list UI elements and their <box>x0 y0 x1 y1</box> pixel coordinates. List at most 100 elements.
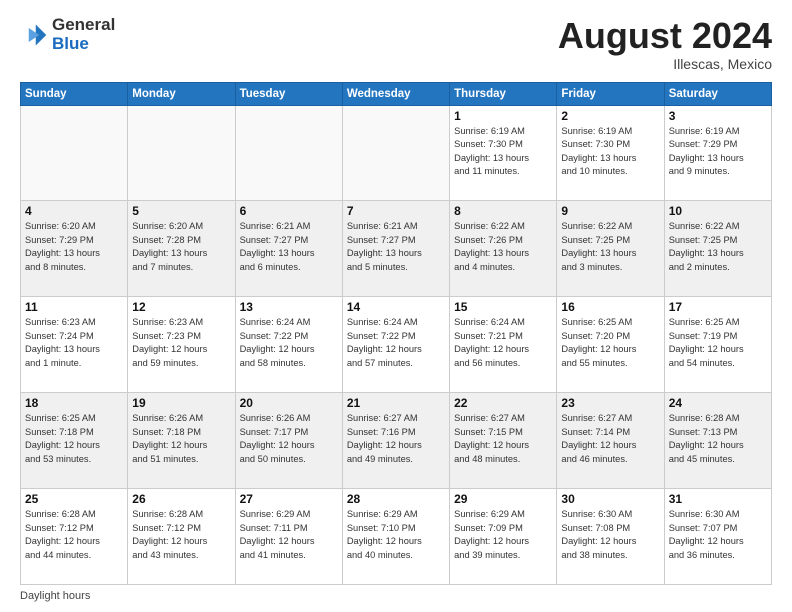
day-number: 6 <box>240 204 338 218</box>
calendar-week-2: 4 Sunrise: 6:20 AMSunset: 7:29 PMDaylight… <box>21 201 772 297</box>
day-info: Sunrise: 6:24 AMSunset: 7:22 PMDaylight:… <box>240 316 338 370</box>
day-header-thursday: Thursday <box>450 82 557 105</box>
calendar-cell: 25Sunrise: 6:28 AMSunset: 7:12 PMDayligh… <box>21 489 128 585</box>
day-number: 13 <box>240 300 338 314</box>
day-header-saturday: Saturday <box>664 82 771 105</box>
day-number: 1 <box>454 109 552 123</box>
calendar-cell: 9 Sunrise: 6:22 AMSunset: 7:25 PMDaylight… <box>557 201 664 297</box>
day-number: 8 <box>454 204 552 218</box>
day-info: Sunrise: 6:28 AMSunset: 7:12 PMDaylight:… <box>25 508 123 562</box>
day-number: 5 <box>132 204 230 218</box>
calendar-cell <box>21 105 128 201</box>
day-header-wednesday: Wednesday <box>342 82 449 105</box>
day-number: 2 <box>561 109 659 123</box>
day-number: 3 <box>669 109 767 123</box>
day-number: 9 <box>561 204 659 218</box>
day-number: 31 <box>669 492 767 506</box>
day-number: 7 <box>347 204 445 218</box>
day-info: Sunrise: 6:22 AMSunset: 7:25 PMDaylight:… <box>669 220 767 274</box>
day-header-monday: Monday <box>128 82 235 105</box>
calendar-week-5: 25Sunrise: 6:28 AMSunset: 7:12 PMDayligh… <box>21 489 772 585</box>
day-info: Sunrise: 6:24 AMSunset: 7:22 PMDaylight:… <box>347 316 445 370</box>
calendar-cell: 4 Sunrise: 6:20 AMSunset: 7:29 PMDaylight… <box>21 201 128 297</box>
daylight-label: Daylight hours <box>20 590 90 602</box>
day-info: Sunrise: 6:21 AMSunset: 7:27 PMDaylight:… <box>347 220 445 274</box>
day-number: 12 <box>132 300 230 314</box>
calendar-cell: 18 Sunrise: 6:25 AMSunset: 7:18 PMDayligh… <box>21 393 128 489</box>
day-number: 11 <box>25 300 123 314</box>
calendar-cell: 26 Sunrise: 6:28 AMSunset: 7:12 PMDayligh… <box>128 489 235 585</box>
calendar-header-row: SundayMondayTuesdayWednesdayThursdayFrid… <box>21 82 772 105</box>
calendar-cell: 14 Sunrise: 6:24 AMSunset: 7:22 PMDayligh… <box>342 297 449 393</box>
day-info: Sunrise: 6:29 AMSunset: 7:11 PMDaylight:… <box>240 508 338 562</box>
day-number: 18 <box>25 396 123 410</box>
day-info: Sunrise: 6:25 AMSunset: 7:18 PMDaylight:… <box>25 412 123 466</box>
calendar-cell: 7 Sunrise: 6:21 AMSunset: 7:27 PMDaylight… <box>342 201 449 297</box>
day-info: Sunrise: 6:27 AMSunset: 7:15 PMDaylight:… <box>454 412 552 466</box>
day-info: Sunrise: 6:28 AMSunset: 7:12 PMDaylight:… <box>132 508 230 562</box>
calendar-cell: 1 Sunrise: 6:19 AMSunset: 7:30 PMDaylight… <box>450 105 557 201</box>
calendar-cell: 16 Sunrise: 6:25 AMSunset: 7:20 PMDayligh… <box>557 297 664 393</box>
day-number: 29 <box>454 492 552 506</box>
calendar-cell: 6 Sunrise: 6:21 AMSunset: 7:27 PMDaylight… <box>235 201 342 297</box>
day-info: Sunrise: 6:28 AMSunset: 7:13 PMDaylight:… <box>669 412 767 466</box>
day-info: Sunrise: 6:30 AMSunset: 7:08 PMDaylight:… <box>561 508 659 562</box>
day-info: Sunrise: 6:20 AMSunset: 7:28 PMDaylight:… <box>132 220 230 274</box>
day-number: 24 <box>669 396 767 410</box>
day-number: 15 <box>454 300 552 314</box>
day-number: 17 <box>669 300 767 314</box>
day-number: 26 <box>132 492 230 506</box>
day-number: 16 <box>561 300 659 314</box>
calendar-cell <box>235 105 342 201</box>
calendar-week-3: 11 Sunrise: 6:23 AMSunset: 7:24 PMDayligh… <box>21 297 772 393</box>
day-info: Sunrise: 6:26 AMSunset: 7:18 PMDaylight:… <box>132 412 230 466</box>
day-number: 27 <box>240 492 338 506</box>
day-number: 21 <box>347 396 445 410</box>
calendar-cell: 2 Sunrise: 6:19 AMSunset: 7:30 PMDaylight… <box>557 105 664 201</box>
calendar-cell <box>342 105 449 201</box>
day-info: Sunrise: 6:27 AMSunset: 7:16 PMDaylight:… <box>347 412 445 466</box>
calendar-week-1: 1 Sunrise: 6:19 AMSunset: 7:30 PMDaylight… <box>21 105 772 201</box>
page: General Blue August 2024 Illescas, Mexic… <box>0 0 792 612</box>
calendar-cell: 20Sunrise: 6:26 AMSunset: 7:17 PMDayligh… <box>235 393 342 489</box>
location-title: Illescas, Mexico <box>558 56 772 72</box>
logo-blue: Blue <box>52 35 115 54</box>
day-info: Sunrise: 6:29 AMSunset: 7:10 PMDaylight:… <box>347 508 445 562</box>
day-info: Sunrise: 6:19 AMSunset: 7:30 PMDaylight:… <box>454 125 552 179</box>
logo: General Blue <box>20 16 115 53</box>
day-info: Sunrise: 6:25 AMSunset: 7:20 PMDaylight:… <box>561 316 659 370</box>
title-block: August 2024 Illescas, Mexico <box>558 16 772 72</box>
calendar-cell: 10Sunrise: 6:22 AMSunset: 7:25 PMDayligh… <box>664 201 771 297</box>
day-info: Sunrise: 6:23 AMSunset: 7:24 PMDaylight:… <box>25 316 123 370</box>
calendar-cell: 15Sunrise: 6:24 AMSunset: 7:21 PMDayligh… <box>450 297 557 393</box>
day-info: Sunrise: 6:22 AMSunset: 7:25 PMDaylight:… <box>561 220 659 274</box>
day-number: 22 <box>454 396 552 410</box>
day-header-sunday: Sunday <box>21 82 128 105</box>
logo-text: General Blue <box>52 16 115 53</box>
day-info: Sunrise: 6:19 AMSunset: 7:30 PMDaylight:… <box>561 125 659 179</box>
header: General Blue August 2024 Illescas, Mexic… <box>20 16 772 72</box>
day-number: 20 <box>240 396 338 410</box>
day-header-tuesday: Tuesday <box>235 82 342 105</box>
calendar-cell: 19Sunrise: 6:26 AMSunset: 7:18 PMDayligh… <box>128 393 235 489</box>
day-header-friday: Friday <box>557 82 664 105</box>
calendar-cell: 8Sunrise: 6:22 AMSunset: 7:26 PMDaylight… <box>450 201 557 297</box>
day-number: 14 <box>347 300 445 314</box>
calendar-cell: 31Sunrise: 6:30 AMSunset: 7:07 PMDayligh… <box>664 489 771 585</box>
day-info: Sunrise: 6:20 AMSunset: 7:29 PMDaylight:… <box>25 220 123 274</box>
logo-icon <box>20 21 48 49</box>
day-info: Sunrise: 6:21 AMSunset: 7:27 PMDaylight:… <box>240 220 338 274</box>
day-info: Sunrise: 6:23 AMSunset: 7:23 PMDaylight:… <box>132 316 230 370</box>
calendar-cell: 23Sunrise: 6:27 AMSunset: 7:14 PMDayligh… <box>557 393 664 489</box>
day-info: Sunrise: 6:27 AMSunset: 7:14 PMDaylight:… <box>561 412 659 466</box>
calendar-cell: 12 Sunrise: 6:23 AMSunset: 7:23 PMDayligh… <box>128 297 235 393</box>
calendar-cell: 28Sunrise: 6:29 AMSunset: 7:10 PMDayligh… <box>342 489 449 585</box>
calendar-cell: 21 Sunrise: 6:27 AMSunset: 7:16 PMDayligh… <box>342 393 449 489</box>
calendar-cell <box>128 105 235 201</box>
day-number: 4 <box>25 204 123 218</box>
calendar-cell: 17Sunrise: 6:25 AMSunset: 7:19 PMDayligh… <box>664 297 771 393</box>
day-info: Sunrise: 6:19 AMSunset: 7:29 PMDaylight:… <box>669 125 767 179</box>
calendar-cell: 29Sunrise: 6:29 AMSunset: 7:09 PMDayligh… <box>450 489 557 585</box>
month-year-title: August 2024 <box>558 16 772 56</box>
calendar-cell: 30Sunrise: 6:30 AMSunset: 7:08 PMDayligh… <box>557 489 664 585</box>
